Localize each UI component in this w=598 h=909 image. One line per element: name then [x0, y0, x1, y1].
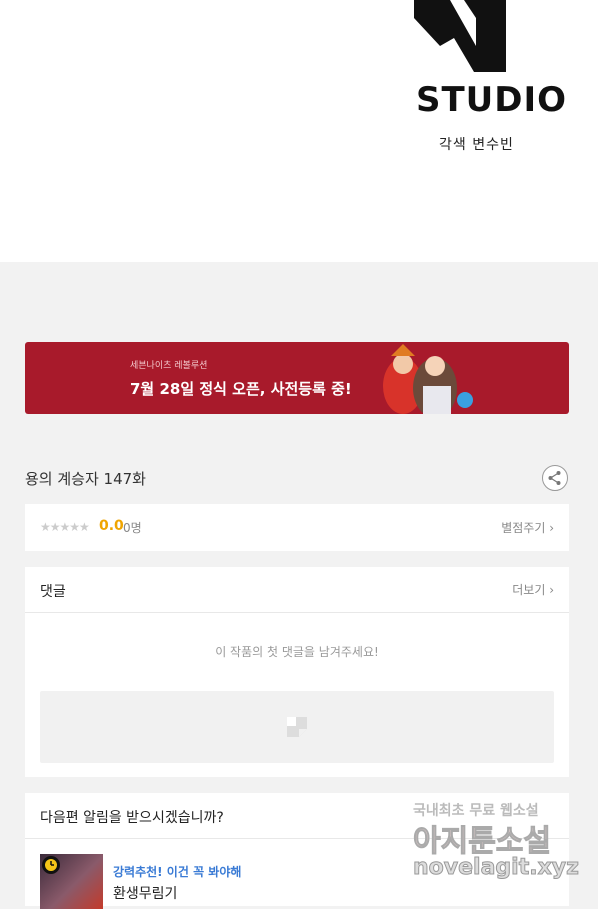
- episode-title: 용의 계승자 147화: [25, 470, 146, 488]
- rating-count: 0명: [123, 521, 142, 535]
- ad-banner[interactable]: 세븐나이츠 레볼루션 7월 28일 정식 오픈, 사전등록 중!: [25, 342, 569, 414]
- empty-comment-message: 이 작품의 첫 댓글을 남겨주세요!: [215, 645, 379, 659]
- comment-heading: 댓글: [40, 584, 66, 600]
- banner-title: 7월 28일 정식 오픈, 사전등록 중!: [130, 380, 352, 398]
- recommend-thumbnail[interactable]: [40, 854, 103, 909]
- banner-subtitle: 세븐나이츠 레볼루션: [130, 361, 208, 371]
- notify-heading: 다음편 알림을 받으시겠습니까?: [40, 810, 224, 826]
- comment-input[interactable]: [40, 691, 554, 763]
- rating-stars: ★★★★★: [40, 520, 90, 534]
- clock-icon: [42, 856, 60, 874]
- banner-characters-image: [383, 344, 473, 414]
- rate-button[interactable]: 별점주기 ›: [501, 519, 554, 536]
- studio-logo-mark: [414, 0, 506, 72]
- rating-card: ★★★★★ 0.0 0명 별점주기 ›: [25, 504, 569, 551]
- rating-score: 0.0: [99, 518, 124, 534]
- comment-card: 댓글 더보기 › 이 작품의 첫 댓글을 남겨주세요!: [25, 567, 569, 777]
- adaptation-credit: 각색 변수빈: [439, 137, 514, 153]
- share-button[interactable]: [542, 465, 568, 491]
- studio-logo-text: STUDIO: [416, 80, 568, 120]
- recommend-tag[interactable]: 강력추천! 이건 꼭 봐야해: [113, 863, 241, 880]
- recommend-title[interactable]: 환생무림기: [113, 883, 177, 903]
- next-episode-notify-card: 다음편 알림을 받으시겠습니까? 강력추천! 이건 꼭 봐야해 환생무림기: [25, 793, 569, 909]
- comment-more-button[interactable]: 더보기 ›: [512, 581, 554, 598]
- share-icon: [548, 471, 561, 485]
- comment-icon: [287, 717, 307, 737]
- divider: [25, 612, 569, 613]
- divider: [25, 838, 569, 839]
- episode-end-area: STUDIO 각색 변수빈: [0, 0, 598, 262]
